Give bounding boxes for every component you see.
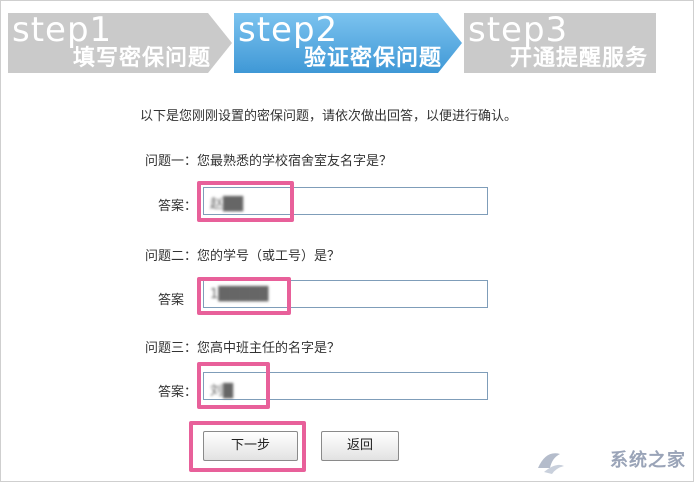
step-1: step1 填写密保问题	[8, 13, 233, 73]
watermark-text: 系统之家	[610, 450, 686, 471]
step-2-number: step2	[238, 10, 339, 50]
step-3-title: 开通提醒服务	[509, 46, 648, 71]
question-1-label: 问题一：您最熟悉的学校宿舍室友名字是？	[145, 154, 393, 169]
intro-text: 以下是您刚刚设置的密保问题，请依次做出回答，以便进行确认。	[140, 109, 518, 124]
step-2: step2 验证密保问题	[234, 13, 464, 73]
answer-3-label: 答案：	[158, 385, 198, 400]
answer-1-highlight	[197, 181, 294, 222]
watermark-logo-icon	[538, 453, 564, 474]
answer-1-label: 答案：	[158, 199, 198, 214]
question-3-label: 问题三：您高中班主任的名字是？	[145, 341, 341, 356]
step-1-number: step1	[12, 10, 113, 50]
answer-2-highlight	[197, 277, 291, 315]
step-3-number: step3	[468, 10, 569, 50]
step-3: step3 开通提醒服务	[464, 13, 656, 73]
next-step-highlight	[189, 421, 306, 472]
question-2-label: 问题二：您的学号（或工号）是？	[145, 249, 341, 264]
answer-3-highlight	[197, 362, 270, 409]
answer-2-label: 答案	[158, 293, 185, 308]
step-2-title: 验证密保问题	[303, 46, 442, 71]
back-button[interactable]: 返回	[321, 431, 399, 461]
step-1-title: 填写密保问题	[72, 46, 211, 71]
